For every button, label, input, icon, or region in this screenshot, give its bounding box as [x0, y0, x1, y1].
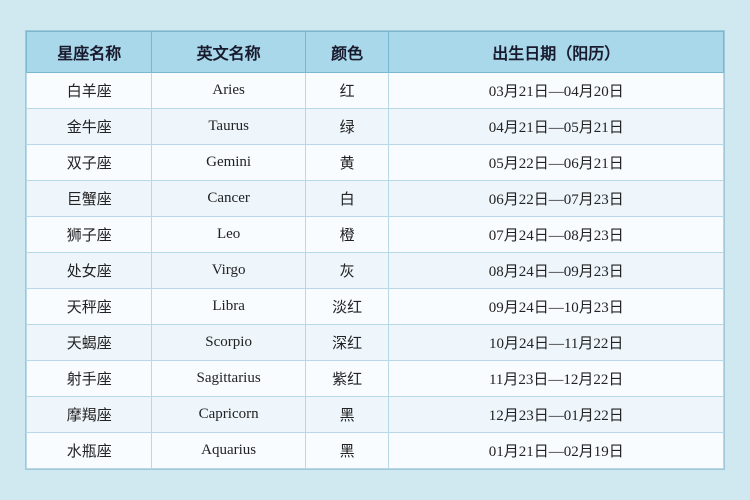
cell-english: Scorpio [152, 325, 305, 361]
cell-date: 04月21日—05月21日 [389, 109, 724, 145]
cell-chinese: 摩羯座 [27, 397, 152, 433]
cell-chinese: 巨蟹座 [27, 181, 152, 217]
cell-chinese: 射手座 [27, 361, 152, 397]
header-date: 出生日期（阳历） [389, 32, 724, 73]
cell-date: 05月22日—06月21日 [389, 145, 724, 181]
header-color: 颜色 [305, 32, 389, 73]
cell-english: Libra [152, 289, 305, 325]
table-row: 处女座Virgo灰08月24日—09月23日 [27, 253, 724, 289]
cell-date: 06月22日—07月23日 [389, 181, 724, 217]
zodiac-table-container: 星座名称 英文名称 颜色 出生日期（阳历） 白羊座Aries红03月21日—04… [25, 30, 725, 470]
cell-chinese: 水瓶座 [27, 433, 152, 469]
cell-english: Aquarius [152, 433, 305, 469]
cell-color: 紫红 [305, 361, 389, 397]
cell-color: 黄 [305, 145, 389, 181]
table-row: 射手座Sagittarius紫红11月23日—12月22日 [27, 361, 724, 397]
cell-english: Aries [152, 73, 305, 109]
cell-chinese: 处女座 [27, 253, 152, 289]
cell-english: Gemini [152, 145, 305, 181]
cell-color: 深红 [305, 325, 389, 361]
cell-color: 黑 [305, 433, 389, 469]
cell-date: 07月24日—08月23日 [389, 217, 724, 253]
table-row: 金牛座Taurus绿04月21日—05月21日 [27, 109, 724, 145]
cell-color: 黑 [305, 397, 389, 433]
cell-english: Leo [152, 217, 305, 253]
cell-color: 橙 [305, 217, 389, 253]
cell-chinese: 金牛座 [27, 109, 152, 145]
cell-color: 灰 [305, 253, 389, 289]
cell-chinese: 天秤座 [27, 289, 152, 325]
table-row: 摩羯座Capricorn黑12月23日—01月22日 [27, 397, 724, 433]
cell-chinese: 天蝎座 [27, 325, 152, 361]
cell-color: 红 [305, 73, 389, 109]
cell-color: 白 [305, 181, 389, 217]
zodiac-table: 星座名称 英文名称 颜色 出生日期（阳历） 白羊座Aries红03月21日—04… [26, 31, 724, 469]
cell-english: Cancer [152, 181, 305, 217]
table-row: 水瓶座Aquarius黑01月21日—02月19日 [27, 433, 724, 469]
cell-english: Sagittarius [152, 361, 305, 397]
table-header-row: 星座名称 英文名称 颜色 出生日期（阳历） [27, 32, 724, 73]
cell-english: Virgo [152, 253, 305, 289]
cell-english: Taurus [152, 109, 305, 145]
header-chinese: 星座名称 [27, 32, 152, 73]
cell-color: 淡红 [305, 289, 389, 325]
cell-color: 绿 [305, 109, 389, 145]
table-row: 白羊座Aries红03月21日—04月20日 [27, 73, 724, 109]
table-row: 巨蟹座Cancer白06月22日—07月23日 [27, 181, 724, 217]
cell-date: 10月24日—11月22日 [389, 325, 724, 361]
cell-chinese: 白羊座 [27, 73, 152, 109]
table-row: 天蝎座Scorpio深红10月24日—11月22日 [27, 325, 724, 361]
cell-chinese: 双子座 [27, 145, 152, 181]
cell-date: 08月24日—09月23日 [389, 253, 724, 289]
cell-date: 01月21日—02月19日 [389, 433, 724, 469]
table-row: 天秤座Libra淡红09月24日—10月23日 [27, 289, 724, 325]
cell-date: 09月24日—10月23日 [389, 289, 724, 325]
table-row: 狮子座Leo橙07月24日—08月23日 [27, 217, 724, 253]
cell-date: 11月23日—12月22日 [389, 361, 724, 397]
table-row: 双子座Gemini黄05月22日—06月21日 [27, 145, 724, 181]
cell-date: 12月23日—01月22日 [389, 397, 724, 433]
cell-date: 03月21日—04月20日 [389, 73, 724, 109]
header-english: 英文名称 [152, 32, 305, 73]
cell-english: Capricorn [152, 397, 305, 433]
cell-chinese: 狮子座 [27, 217, 152, 253]
